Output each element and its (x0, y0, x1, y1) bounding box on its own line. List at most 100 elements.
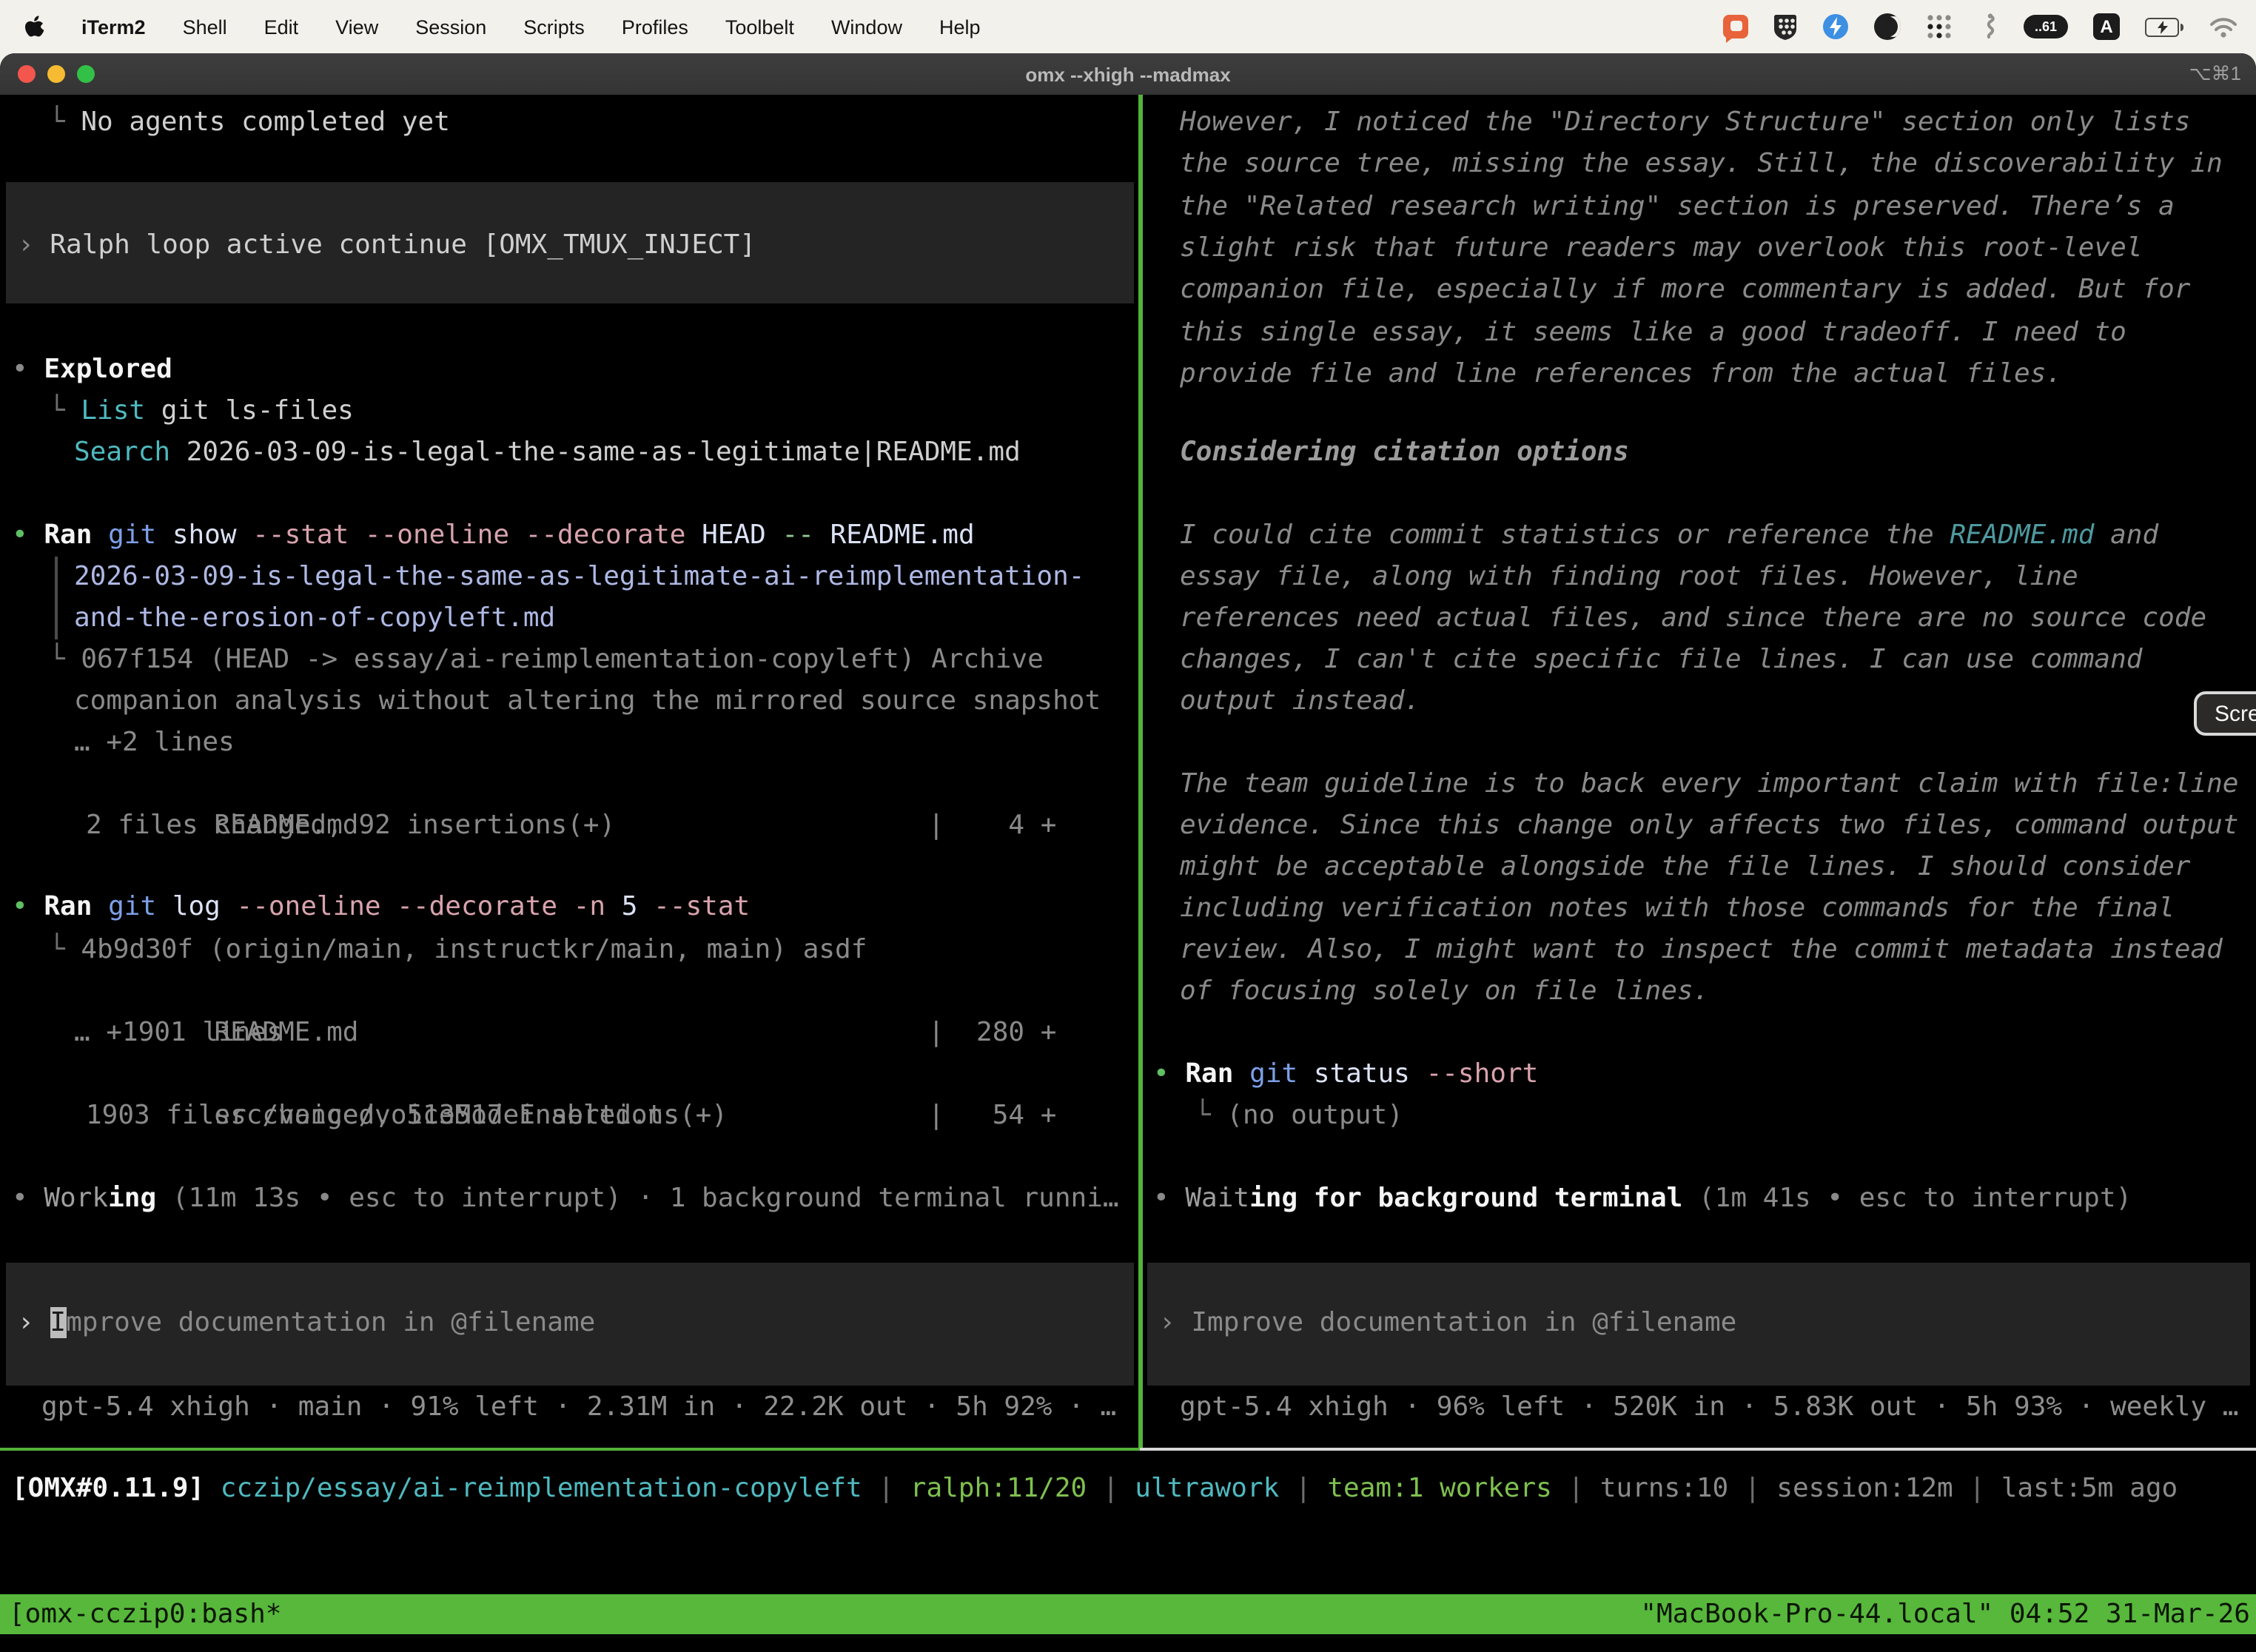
text-segment: --stat --oneline --decorate (252, 520, 685, 551)
seahorse-icon[interactable] (1978, 13, 1998, 41)
text-segment (156, 520, 172, 551)
ran-git-show-line: • Ran git show --stat --oneline --decora… (12, 515, 975, 557)
text-segment: Ralph loop active continue [OMX_TMUX_INJ… (50, 229, 756, 261)
text-segment: companion analysis without altering the … (74, 685, 1101, 716)
diffstat-row: README.md| 280 + (86, 971, 359, 1013)
explored-header: • Explored (12, 349, 172, 391)
text-segment: › (1159, 1307, 1191, 1338)
text-segment: cczip/essay/ai-reimplementation-copyleft (221, 1473, 862, 1504)
diffstat-count: | 54 + (928, 1095, 1056, 1137)
reasoning-text: evidence. Since this change only affects… (1180, 805, 2239, 847)
text-segment: Ran (44, 891, 92, 922)
menu-item-view[interactable]: View (335, 16, 378, 38)
waiting-status-line: • Waiting for background terminal (1m 41… (1153, 1178, 2132, 1220)
diffstat-row: src/voice/voiceModeEnabled.ts| 54 + (86, 1054, 679, 1095)
working-status-line: • Working (11m 13s • esc to interrupt) ·… (12, 1178, 1119, 1220)
text-segment: status (1314, 1058, 1410, 1089)
menu-item-scripts[interactable]: Scripts (523, 16, 585, 38)
text-segment: • (12, 520, 44, 551)
battery-icon[interactable] (2145, 17, 2183, 36)
text-segment: (11m 13s • esc to interrupt) · 1 backgro… (156, 1183, 1118, 1214)
wifi-icon[interactable] (2209, 16, 2238, 38)
text-segment: mprove documentation in @filename (66, 1307, 595, 1338)
session-status-left: gpt-5.4 xhigh · main · 91% left · 2.31M … (41, 1387, 1116, 1428)
text-segment: Work (44, 1183, 108, 1214)
commit-filename-line1: 2026-03-09-is-legal-the-same-as-legitima… (74, 557, 1084, 598)
menu-bar: iTerm2 Shell Edit View Session Scripts P… (0, 0, 2256, 53)
menu-item-toolbelt[interactable]: Toolbelt (725, 16, 794, 38)
badge-a[interactable]: A (2093, 13, 2120, 40)
text-segment (237, 520, 253, 551)
text-segment: Search (74, 437, 170, 468)
agents-status-line: └ No agents completed yet (49, 102, 450, 144)
menu-item-profiles[interactable]: Profiles (622, 16, 688, 38)
text-segment: └ (1195, 1100, 1226, 1131)
dots-grid-icon[interactable] (1926, 13, 1953, 40)
moon-circle-icon[interactable] (1874, 13, 1901, 40)
text-segment: Improve documentation in @filename (1191, 1307, 1736, 1338)
text-segment (92, 520, 108, 551)
badge-61[interactable]: ..61 (2024, 15, 2068, 38)
text-segment: └ (49, 395, 81, 426)
reasoning-text: I could cite commit statistics or refere… (1180, 515, 2158, 557)
menu-item-iterm2[interactable]: iTerm2 (81, 16, 146, 38)
reasoning-text: The team guideline is to back every impo… (1180, 764, 2239, 805)
text-segment: and-the-erosion-of-copyleft.md (74, 602, 555, 634)
text-segment: • (12, 1183, 44, 1214)
menu-item-shell[interactable]: Shell (183, 16, 227, 38)
reasoning-text: including verification notes with those … (1180, 888, 2175, 930)
text-segment: • (12, 354, 44, 385)
diffstat-count: | 4 + (928, 805, 1056, 847)
text-segment: ralph:11/20 (910, 1473, 1087, 1504)
text-segment: log (172, 891, 221, 922)
text-segment: 2 files changed, 92 insertions(+) (86, 810, 615, 841)
reasoning-text: references need actual files, and since … (1180, 598, 2206, 639)
prompt-input-text[interactable]: › Ralph loop active continue [OMX_TMUX_I… (18, 225, 756, 266)
text-segment (605, 891, 622, 922)
bolt-circle-icon[interactable] (1822, 13, 1849, 40)
prompt-input-text[interactable]: › Improve documentation in @filename (18, 1303, 595, 1344)
reasoning-text: slight risk that future readers may over… (1180, 228, 2142, 269)
session-status-right: gpt-5.4 xhigh · 96% left · 520K in · 5.8… (1180, 1387, 2239, 1428)
text-segment: › (18, 1307, 50, 1338)
shield-grid-icon[interactable] (1773, 13, 1797, 40)
prompt-input-text[interactable]: › Improve documentation in @filename (1159, 1303, 1736, 1344)
text-segment: and (2094, 520, 2158, 551)
ran-git-log-line: • Ran git log --oneline --decorate -n 5 … (12, 887, 750, 928)
text-segment (557, 891, 574, 922)
text-segment: ing for background terminal (1249, 1183, 1682, 1214)
menu-item-help[interactable]: Help (939, 16, 981, 38)
no-output-line: └ (no output) (1195, 1095, 1403, 1137)
text-segment: List (81, 395, 145, 426)
reasoning-text: However, I noticed the "Directory Struct… (1180, 102, 2190, 144)
window-title-bar[interactable]: omx --xhigh --madmax ⌥⌘1 (0, 53, 2256, 95)
text-segment: 2026-03-09-is-legal-the-same-as-legitima… (170, 437, 1021, 468)
text-segment (1297, 1058, 1314, 1089)
reasoning-text: provide file and line references from th… (1180, 354, 2062, 395)
record-chat-icon[interactable] (1723, 15, 1748, 38)
text-segment (637, 891, 654, 922)
text-segment: • (12, 891, 44, 922)
pane-divider-vertical[interactable] (1138, 95, 1142, 1448)
tmux-status-bar: [omx-cczip0:bash* "MacBook-Pro-44.local"… (0, 1594, 2256, 1634)
text-segment: └ (49, 644, 81, 675)
text-segment: last:5m ago (2001, 1473, 2178, 1504)
diffstat-count: | 280 + (928, 1013, 1056, 1054)
text-segment: git (108, 520, 156, 551)
menu-item-window[interactable]: Window (831, 16, 902, 38)
tmux-session-name[interactable]: [omx-cczip0:bash* (0, 1599, 281, 1630)
text-segment: 1903 files changed, 513517 insertions(+) (86, 1100, 728, 1131)
commit-message-line1: └ 067f154 (HEAD -> essay/ai-reimplementa… (49, 639, 1044, 681)
text-segment: 2026-03-09-is-legal-the-same-as-legitima… (74, 561, 1084, 592)
menu-item-session[interactable]: Session (415, 16, 486, 38)
text-segment (204, 1473, 221, 1504)
text-segment: git ls-files (145, 395, 354, 426)
menu-item-edit[interactable]: Edit (264, 16, 299, 38)
apple-menu-icon[interactable] (24, 14, 44, 39)
reasoning-text: of focusing solely on file lines. (1180, 971, 1709, 1013)
text-segment: 5 (622, 891, 638, 922)
text-segment: team:1 workers (1327, 1473, 1551, 1504)
text-segment: Ran (1185, 1058, 1233, 1089)
text-segment: └ (49, 934, 81, 965)
screen: iTerm2 Shell Edit View Session Scripts P… (0, 0, 2256, 1652)
